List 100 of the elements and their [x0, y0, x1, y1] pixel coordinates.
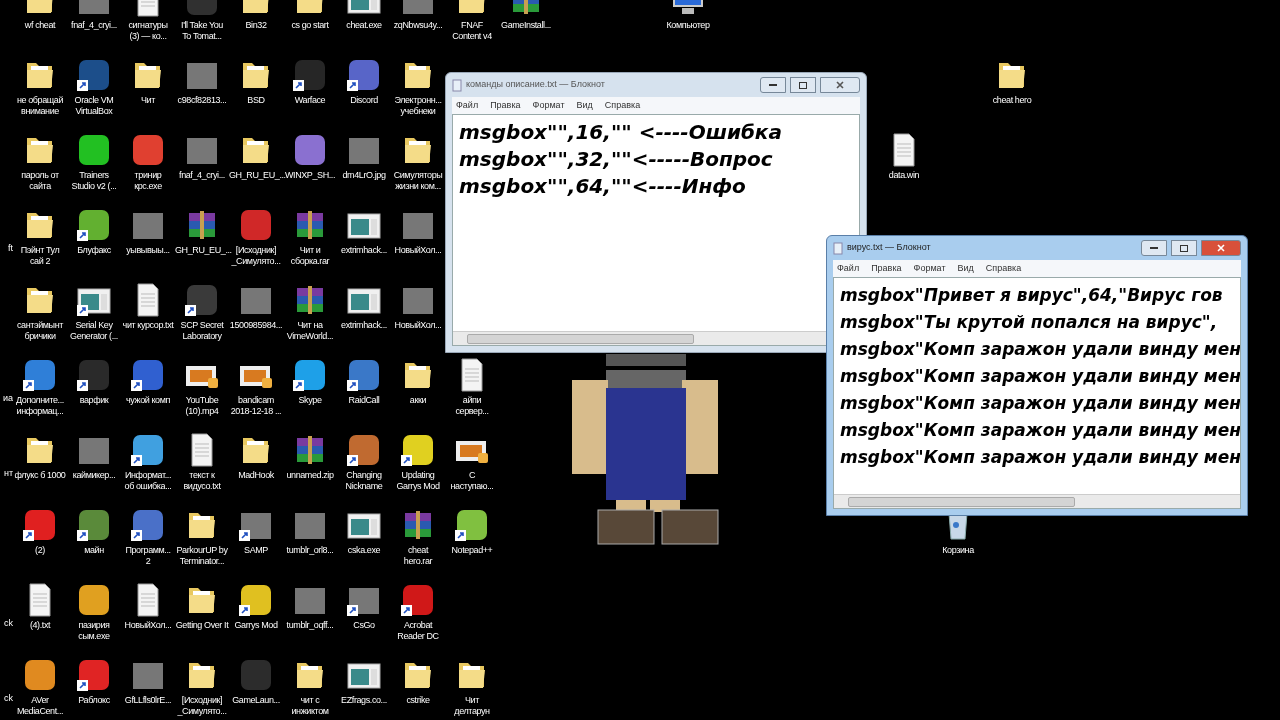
- icon-label[interactable]: акки: [409, 395, 427, 406]
- scrollbar-thumb[interactable]: [467, 333, 694, 344]
- icon-label[interactable]: Skype: [298, 395, 322, 406]
- menu-item[interactable]: Правка: [490, 98, 521, 113]
- icon-label[interactable]: cheat.exe: [346, 20, 382, 31]
- icon-label[interactable]: ft: [8, 243, 13, 254]
- icon-label[interactable]: SAMP: [244, 545, 268, 556]
- menu-item[interactable]: Вид: [957, 261, 974, 276]
- icon-label[interactable]: айпи сервер...: [455, 395, 489, 417]
- icon-label[interactable]: data.win: [888, 170, 920, 181]
- icon-label[interactable]: 1500985984...: [229, 320, 283, 331]
- icon-label[interactable]: bandicam 2018-12-18 ...: [230, 395, 282, 417]
- icon-label[interactable]: пазирия сым.exe: [67, 620, 121, 642]
- icon-label[interactable]: НовыйХол...: [394, 245, 442, 256]
- icon-label[interactable]: Чит: [141, 95, 155, 106]
- icon-label[interactable]: уывывыы...: [126, 245, 170, 256]
- icon-label[interactable]: BSD: [247, 95, 265, 106]
- icon-label[interactable]: (2): [35, 545, 45, 556]
- maximize-button[interactable]: [1171, 240, 1197, 256]
- icon-label[interactable]: текст к видусо.txt: [175, 470, 229, 492]
- icon-label[interactable]: чит с инжиктом: [283, 695, 337, 717]
- icon-label[interactable]: НовыйХол...: [124, 620, 172, 631]
- icon-label[interactable]: WINXP_SH...: [284, 170, 336, 181]
- icon-label[interactable]: I'll Take You To Tomat...: [181, 20, 223, 42]
- icon-label[interactable]: Bin32: [245, 20, 267, 31]
- icon-label[interactable]: cstrike: [406, 695, 430, 706]
- icon-label[interactable]: Симуляторы жизни ком...: [393, 170, 443, 192]
- menu-item[interactable]: Файл: [456, 98, 479, 113]
- icon-label[interactable]: варфик: [79, 395, 109, 406]
- minimize-button[interactable]: [760, 77, 786, 93]
- icon-label[interactable]: FNAF Content v4: [452, 20, 492, 42]
- icon-label[interactable]: [Исходник] _Симулято...: [231, 245, 281, 267]
- icon-label[interactable]: НовыйХол...: [394, 320, 442, 331]
- icon-label[interactable]: zqNbwsu4y...: [393, 20, 443, 31]
- icon-label[interactable]: сантэймынт бричики: [13, 320, 67, 342]
- icon-label[interactable]: Changing Nickname: [337, 470, 391, 492]
- icon-label[interactable]: c98cf82813...: [177, 95, 227, 106]
- menu-item[interactable]: Правка: [871, 261, 902, 276]
- icon-label[interactable]: Корзина: [942, 545, 974, 556]
- icon-label[interactable]: EZfrags.co...: [341, 695, 387, 706]
- icon-label[interactable]: wf cheat: [24, 20, 56, 31]
- icon-label[interactable]: Пэйнт Тул сай 2: [13, 245, 67, 267]
- icon-label[interactable]: Garrys Mod: [234, 620, 278, 631]
- horizontal-scrollbar[interactable]: [834, 494, 1240, 508]
- icon-label[interactable]: extrimhack...: [341, 320, 387, 331]
- icon-label[interactable]: иа: [2, 393, 13, 404]
- icon-label[interactable]: GameInstall...: [501, 20, 551, 31]
- icon-label[interactable]: С наступаю...: [450, 470, 494, 492]
- icon-label[interactable]: ck: [4, 693, 13, 704]
- icon-label[interactable]: Oracle VM VirtualBox: [67, 95, 121, 117]
- icon-label[interactable]: тринир крс.exe: [121, 170, 175, 192]
- menu-item[interactable]: Формат: [913, 261, 946, 276]
- icon-label[interactable]: ck: [4, 618, 13, 629]
- icon-label[interactable]: Trainers Studio v2 (...: [71, 170, 117, 192]
- icon-label[interactable]: чит курсор.txt: [122, 320, 174, 331]
- icon-label[interactable]: флукс б 1000: [14, 470, 66, 481]
- icon-label[interactable]: Программ... 2: [125, 545, 171, 567]
- icon-label[interactable]: RaidCall: [348, 395, 380, 406]
- icon-label[interactable]: cs go start: [291, 20, 329, 31]
- icon-label[interactable]: Warface: [294, 95, 326, 106]
- icon-label[interactable]: сигнатуры (3) — ко...: [128, 20, 168, 42]
- icon-label[interactable]: [Исходник] _Симулято...: [177, 695, 227, 717]
- icon-label[interactable]: каймикер...: [72, 470, 116, 481]
- menu-item[interactable]: Файл: [837, 261, 860, 276]
- icon-label[interactable]: Updating Garrys Mod: [396, 470, 440, 492]
- icon-label[interactable]: extrimhack...: [341, 245, 387, 256]
- icon-label[interactable]: tumblr_oqff...: [286, 620, 334, 631]
- icon-label[interactable]: (4).txt: [29, 620, 51, 631]
- icon-label[interactable]: нт: [3, 468, 13, 479]
- minimize-button[interactable]: [1141, 240, 1167, 256]
- maximize-button[interactable]: [790, 77, 816, 93]
- icon-label[interactable]: Acrobat Reader DC: [397, 620, 439, 642]
- icon-label[interactable]: Электронн... учебнеки: [394, 95, 442, 117]
- icon-label[interactable]: Serial Key Generator (...: [70, 320, 118, 342]
- icon-label[interactable]: tumblr_orl8...: [286, 545, 334, 556]
- icon-label[interactable]: Чит на VimeWorld...: [286, 320, 334, 342]
- icon-label[interactable]: CsGo: [353, 620, 375, 631]
- icon-label[interactable]: Раблокс: [78, 695, 110, 706]
- icon-label[interactable]: YouTube (10).mp4: [185, 395, 219, 417]
- icon-label[interactable]: пароль от сайта: [13, 170, 67, 192]
- icon-label[interactable]: fnaf_4_cryi...: [71, 20, 117, 31]
- menu-item[interactable]: Справка: [604, 98, 641, 113]
- icon-label[interactable]: Getting Over It: [175, 620, 229, 631]
- icon-label[interactable]: cska.exe: [347, 545, 381, 556]
- icon-label[interactable]: майн: [84, 545, 104, 556]
- icon-label[interactable]: GfLLfls0lrE...: [124, 695, 172, 706]
- scrollbar-thumb[interactable]: [848, 496, 1075, 507]
- icon-label[interactable]: fnaf_4_cryi...: [179, 170, 225, 181]
- icon-label[interactable]: Компьютер: [666, 20, 710, 31]
- icon-label[interactable]: cheat hero.rar: [403, 545, 433, 567]
- icon-label[interactable]: Чит и сборка.rar: [290, 245, 330, 267]
- icon-label[interactable]: Чит делтарун: [454, 695, 490, 717]
- icon-label[interactable]: unnamed.zip: [286, 470, 334, 481]
- icon-label[interactable]: cheat hero: [992, 95, 1032, 106]
- icon-label[interactable]: Дополните... информац...: [16, 395, 64, 417]
- menu-item[interactable]: Вид: [576, 98, 593, 113]
- icon-label[interactable]: Информат... об ошибка...: [124, 470, 172, 492]
- menu-item[interactable]: Формат: [532, 98, 565, 113]
- icon-label[interactable]: не обращай внимание: [13, 95, 67, 117]
- icon-label[interactable]: GameLaun...: [232, 695, 280, 706]
